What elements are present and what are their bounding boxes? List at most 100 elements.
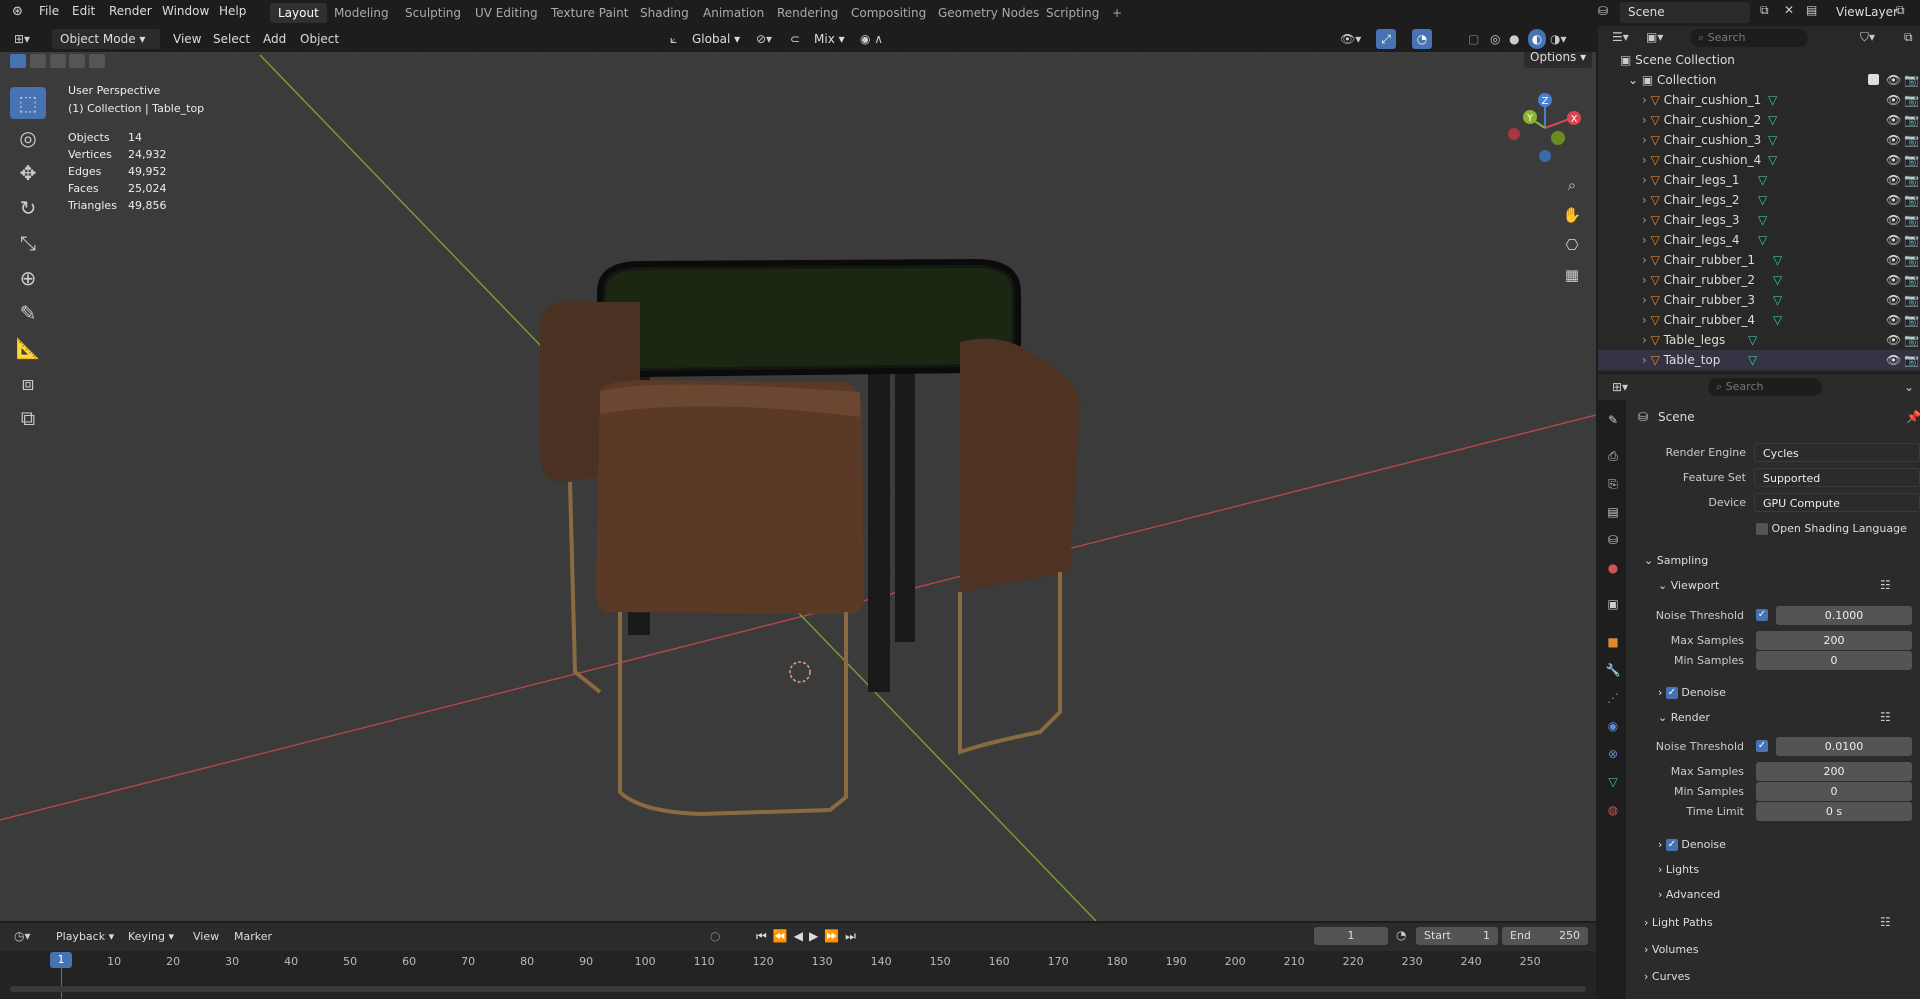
3d-viewport[interactable]: Options ▾ User Perspective (1) Collectio…	[0, 52, 1596, 921]
properties-search[interactable]: ⌕ Search	[1708, 378, 1822, 396]
blender-logo-icon[interactable]: ⊛	[12, 4, 23, 19]
expand-arrow-icon[interactable]: ›	[1642, 313, 1651, 327]
render-camera-icon[interactable]: 📷	[1904, 210, 1919, 230]
visibility-eye-icon[interactable]: 👁	[1886, 110, 1901, 130]
sampling-section[interactable]: ⌄ Sampling	[1644, 554, 1708, 567]
outliner-item-chair-rubber-2[interactable]: › ▽ Chair_rubber_2 ▽ 👁 📷	[1598, 270, 1920, 290]
move-tool-icon[interactable]: ✥	[10, 157, 46, 189]
new-view-layer-icon[interactable]: ⧉	[1896, 3, 1905, 18]
view-layer-selector[interactable]: ViewLayer	[1832, 2, 1898, 23]
cursor-tool-icon[interactable]: ◎	[10, 122, 46, 154]
vp-noise-threshold-field[interactable]: 0.1000	[1776, 606, 1912, 625]
annotate-tool-icon[interactable]: ✎	[10, 297, 46, 329]
viewport-presets-icon[interactable]: ☷	[1880, 578, 1891, 592]
render-camera-icon[interactable]: 📷	[1904, 90, 1919, 110]
timeline-editor-icon[interactable]: ◷▾	[14, 929, 31, 943]
render-camera-icon[interactable]: 📷	[1904, 150, 1919, 170]
add-workspace-button[interactable]: +	[1104, 3, 1130, 23]
transform-tool-icon[interactable]: ⊕	[10, 262, 46, 294]
auto-keying-icon[interactable]: ○	[710, 929, 720, 943]
particles-tab-icon[interactable]: ⋰	[1605, 690, 1621, 706]
visibility-eye-icon[interactable]: 👁	[1886, 250, 1901, 270]
visibility-eye-icon[interactable]: 👁	[1886, 330, 1901, 350]
transform-orientation-icon[interactable]: ⟀	[670, 29, 677, 49]
osl-checkbox[interactable]: Open Shading Language	[1756, 522, 1907, 535]
vp-denoise-checkbox[interactable]: ✓	[1665, 687, 1678, 699]
ortho-grid-icon[interactable]: ▦	[1560, 260, 1584, 290]
visibility-eye-icon[interactable]: 👁	[1886, 270, 1901, 290]
expand-arrow-icon[interactable]: ›	[1642, 153, 1651, 167]
gizmo-neg-z[interactable]	[1539, 150, 1551, 162]
add-cube-tool-icon[interactable]: ⧈	[10, 367, 46, 399]
render-camera-icon[interactable]: 📷	[1904, 270, 1919, 290]
render-engine-dropdown[interactable]: Cycles	[1754, 443, 1920, 462]
render-camera-icon[interactable]: 📷	[1904, 290, 1919, 310]
select-extend-icon[interactable]	[29, 54, 46, 68]
gizmo-toggle-icon[interactable]: ⤢	[1376, 29, 1396, 49]
mesh-data-icon[interactable]: ▽	[1768, 130, 1777, 150]
options-dropdown[interactable]: Options ▾	[1524, 52, 1592, 68]
start-frame-field[interactable]: Start 1	[1416, 927, 1498, 945]
expand-arrow-icon[interactable]: ›	[1642, 173, 1651, 187]
collapse-arrow-icon[interactable]: ⌄	[1628, 73, 1642, 87]
output-tab-icon[interactable]: ⎘	[1605, 476, 1621, 492]
mode-dropdown[interactable]: Object Mode ▾	[52, 29, 160, 49]
render-camera-icon[interactable]: 📷	[1904, 230, 1919, 250]
mesh-data-icon[interactable]: ▽	[1773, 310, 1782, 330]
menu-file[interactable]: File	[39, 4, 59, 18]
snap-icon[interactable]: ⊂	[790, 29, 800, 49]
current-frame-field[interactable]: 1	[1314, 927, 1388, 945]
collection-tab-icon[interactable]: ▣	[1605, 596, 1621, 612]
select-mode-buttons[interactable]	[10, 54, 106, 71]
light-paths-presets-icon[interactable]: ☷	[1880, 915, 1891, 929]
editor-type-icon[interactable]: ⊞▾	[14, 29, 30, 49]
mesh-data-icon[interactable]: ▽	[1773, 290, 1782, 310]
expand-arrow-icon[interactable]: ›	[1642, 233, 1651, 247]
properties-options-icon[interactable]: ⌄	[1904, 380, 1914, 394]
collection-render-icon[interactable]: 📷	[1904, 70, 1919, 90]
mesh-data-icon[interactable]: ▽	[1758, 170, 1767, 190]
outliner-search[interactable]: ⌕ Search	[1690, 29, 1808, 47]
vp-noise-threshold-checkbox[interactable]: ✓	[1756, 609, 1768, 621]
visibility-eye-icon[interactable]: 👁	[1886, 350, 1901, 370]
rendered-shading-icon[interactable]: ◑▾	[1550, 29, 1567, 49]
expand-arrow-icon[interactable]: ›	[1642, 333, 1651, 347]
tab-texture-paint[interactable]: Texture Paint	[543, 3, 636, 23]
feature-set-dropdown[interactable]: Supported	[1754, 468, 1920, 487]
visibility-eye-icon[interactable]: 👁	[1886, 90, 1901, 110]
advanced-subsection[interactable]: › Advanced	[1658, 888, 1720, 901]
render-camera-icon[interactable]: 📷	[1904, 330, 1919, 350]
new-collection-icon[interactable]: ⧉	[1904, 30, 1913, 45]
mesh-data-icon[interactable]: ▽	[1748, 350, 1757, 370]
solid-shading-icon[interactable]: ●	[1509, 29, 1519, 49]
render-camera-icon[interactable]: 📷	[1904, 130, 1919, 150]
visibility-eye-icon[interactable]: 👁	[1886, 230, 1901, 250]
r-denoise-checkbox[interactable]: ✓	[1665, 839, 1678, 851]
render-camera-icon[interactable]: 📷	[1904, 250, 1919, 270]
expand-arrow-icon[interactable]: ›	[1642, 193, 1651, 207]
expand-arrow-icon[interactable]: ›	[1642, 113, 1651, 127]
menu-marker[interactable]: Marker	[234, 930, 272, 943]
menu-add[interactable]: Add	[263, 29, 286, 49]
modifier-tab-icon[interactable]: 🔧	[1605, 662, 1621, 678]
measure-tool-icon[interactable]: 📐	[10, 332, 46, 364]
visibility-eye-icon[interactable]: 👁	[1886, 210, 1901, 230]
menu-object[interactable]: Object	[300, 29, 339, 49]
select-intersect-icon[interactable]	[89, 54, 106, 68]
outliner-item-chair-legs-2[interactable]: › ▽ Chair_legs_2 ▽ 👁 📷	[1598, 190, 1920, 210]
r-denoise-subsection[interactable]: › ✓ Denoise	[1658, 838, 1726, 851]
menu-window[interactable]: Window	[162, 4, 209, 18]
render-presets-icon[interactable]: ☷	[1880, 710, 1891, 724]
volumes-section[interactable]: › Volumes	[1644, 943, 1699, 956]
vp-min-samples-field[interactable]: 0	[1756, 651, 1912, 670]
scene-selector[interactable]: Scene	[1620, 2, 1750, 23]
lights-subsection[interactable]: › Lights	[1658, 863, 1699, 876]
end-frame-field[interactable]: End 250	[1502, 927, 1588, 945]
outliner-item-chair-cushion-4[interactable]: › ▽ Chair_cushion_4 ▽ 👁 📷	[1598, 150, 1920, 170]
preview-range-icon[interactable]: ◔	[1396, 928, 1406, 942]
mesh-data-icon[interactable]: ▽	[1768, 110, 1777, 130]
menu-view[interactable]: View	[173, 29, 201, 49]
mesh-data-icon[interactable]: ▽	[1758, 210, 1767, 230]
navigation-gizmo[interactable]: Z X Y	[1500, 88, 1590, 168]
render-camera-icon[interactable]: 📷	[1904, 110, 1919, 130]
